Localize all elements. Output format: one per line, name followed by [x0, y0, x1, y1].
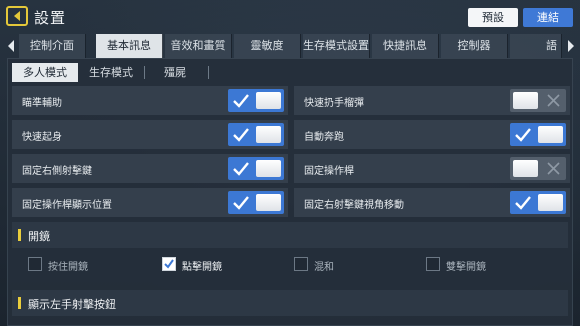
- option-label: 雙擊開鏡: [446, 262, 486, 273]
- option-label: 點擊開鏡: [182, 262, 222, 273]
- setting-row-right-fire-camera: 固定右射擊鍵視角移動: [294, 188, 570, 217]
- setting-row-fixed-joystick: 固定操作桿: [294, 154, 570, 183]
- tab-scroll-left-icon[interactable]: [6, 38, 16, 54]
- setting-row-fixed-right-fire: 固定右側射擊鍵: [12, 154, 288, 183]
- checkbox[interactable]: [162, 257, 176, 271]
- right-fire-camera-toggle[interactable]: [510, 191, 566, 214]
- section-title: 開鏡: [28, 230, 50, 243]
- tab-survival-settings[interactable]: 生存模式設置: [303, 34, 370, 58]
- checkmark-icon: [233, 94, 249, 108]
- tab-controller[interactable]: 控制器: [441, 34, 508, 58]
- subtab-divider: [208, 66, 209, 79]
- back-arrow-icon: [14, 11, 20, 21]
- connect-button[interactable]: 連結: [523, 8, 573, 27]
- quick-getup-toggle[interactable]: [228, 123, 284, 146]
- toggle-knob: [538, 126, 563, 143]
- subtab-survival[interactable]: 生存模式: [78, 63, 144, 82]
- checkbox[interactable]: [28, 257, 42, 271]
- setting-row-quick-grenade: 快速扔手榴彈: [294, 86, 570, 115]
- toggle-knob: [256, 160, 281, 177]
- toggle-knob: [256, 92, 281, 109]
- page-title: 設置: [34, 9, 67, 27]
- toggle-knob: [256, 194, 281, 211]
- setting-row-quick-getup: 快速起身: [12, 120, 288, 149]
- tab-bar: 控制介面 基本訊息 音效和畫質 靈敏度 生存模式設置 快捷訊息 控制器 語: [0, 34, 580, 58]
- checkmark-icon: [233, 162, 249, 176]
- cross-icon: [547, 162, 560, 175]
- setting-label: 固定操作桿: [304, 166, 354, 177]
- setting-label: 固定右側射擊鍵: [22, 166, 92, 177]
- fixed-right-fire-toggle[interactable]: [228, 157, 284, 180]
- toggle-knob: [538, 194, 563, 211]
- toggle-knob: [513, 160, 538, 177]
- section-accent-bar: [18, 229, 21, 241]
- tab-basic-info[interactable]: 基本訊息: [96, 34, 163, 58]
- section-title: 顯示左手射擊按鈕: [28, 298, 116, 311]
- checkmark-icon: [233, 128, 249, 142]
- checkmark-icon: [515, 128, 531, 142]
- left-fire-section-header: 顯示左手射擊按鈕: [12, 290, 568, 316]
- setting-row-joystick-position: 固定操作桿顯示位置: [12, 188, 288, 217]
- header: 設置 預設 連結: [0, 0, 580, 34]
- tab-sensitivity[interactable]: 靈敏度: [234, 34, 301, 58]
- aim-assist-toggle[interactable]: [228, 89, 284, 112]
- setting-row-aim-assist: 瞄準輔助: [12, 86, 288, 115]
- tab-control-interface[interactable]: 控制介面: [19, 34, 86, 58]
- section-accent-bar: [18, 297, 21, 309]
- setting-label: 瞄準輔助: [22, 98, 62, 109]
- tab-language[interactable]: 語: [510, 34, 562, 58]
- checkmark-icon: [233, 196, 249, 210]
- fixed-joystick-toggle[interactable]: [510, 157, 566, 180]
- setting-label: 快速扔手榴彈: [304, 98, 364, 109]
- scope-options: 按住開鏡 點擊開鏡 混和 雙擊開鏡: [12, 253, 568, 277]
- setting-label: 自動奔跑: [304, 132, 344, 143]
- option-label: 按住開鏡: [48, 262, 88, 273]
- auto-sprint-toggle[interactable]: [510, 123, 566, 146]
- preset-button[interactable]: 預設: [468, 8, 518, 27]
- quick-grenade-toggle[interactable]: [510, 89, 566, 112]
- setting-label: 固定右射擊鍵視角移動: [304, 200, 404, 211]
- subtab-multiplayer[interactable]: 多人模式: [12, 63, 78, 82]
- checkmark-icon: [515, 196, 531, 210]
- toggle-knob: [513, 92, 538, 109]
- tab-scroll-right-icon[interactable]: [566, 38, 576, 54]
- scope-section-header: 開鏡: [12, 222, 568, 248]
- settings-panel: 多人模式 生存模式 殭屍 瞄準輔助 快速扔手榴彈 快速起身 自動奔跑 固定右側射…: [7, 58, 573, 326]
- setting-label: 快速起身: [22, 132, 62, 143]
- checkbox[interactable]: [294, 257, 308, 271]
- back-button[interactable]: [6, 6, 28, 26]
- checkbox[interactable]: [426, 257, 440, 271]
- cross-icon: [547, 94, 560, 107]
- checkmark-icon: [164, 259, 174, 269]
- tab-quick-messages[interactable]: 快捷訊息: [372, 34, 439, 58]
- setting-row-auto-sprint: 自動奔跑: [294, 120, 570, 149]
- setting-label: 固定操作桿顯示位置: [22, 200, 112, 211]
- joystick-position-toggle[interactable]: [228, 191, 284, 214]
- toggle-knob: [256, 126, 281, 143]
- option-label: 混和: [314, 262, 334, 273]
- subtab-zombie[interactable]: 殭屍: [142, 63, 208, 82]
- tab-audio-graphics[interactable]: 音效和畫質: [165, 34, 232, 58]
